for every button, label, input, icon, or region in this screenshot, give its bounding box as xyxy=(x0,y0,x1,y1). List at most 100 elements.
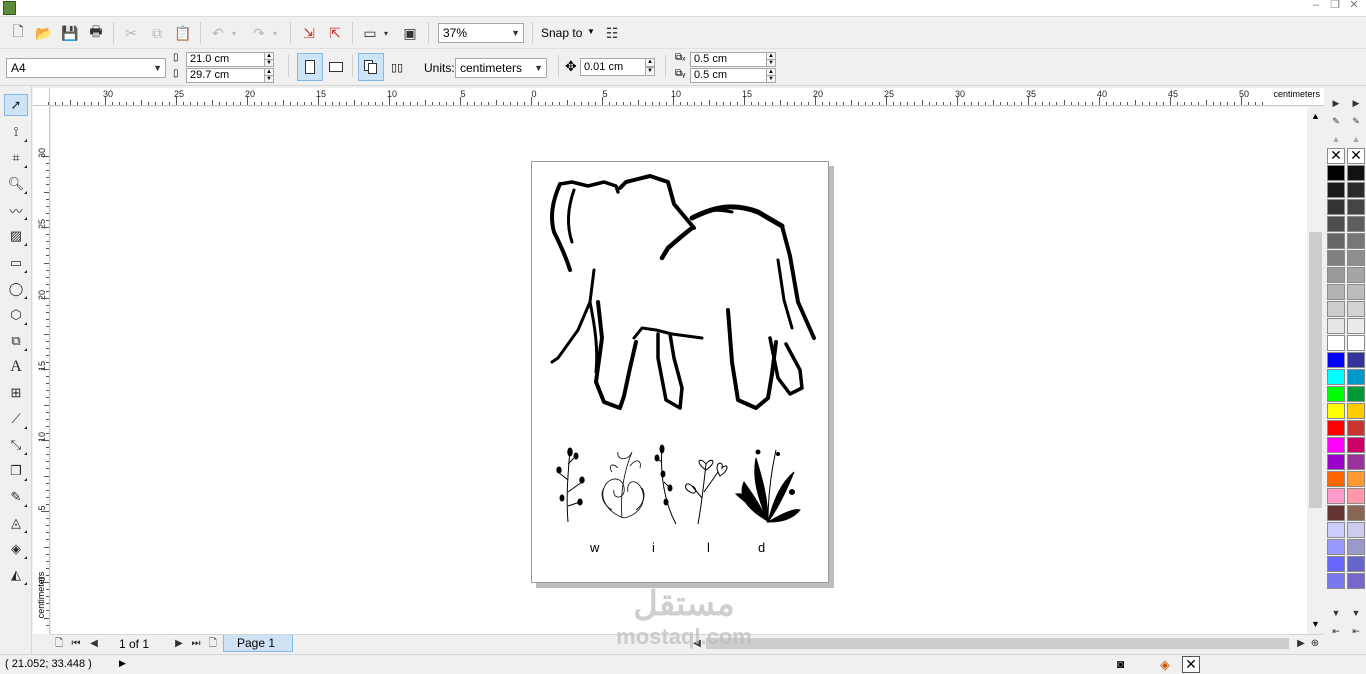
color-swatch[interactable] xyxy=(1327,335,1345,351)
color-swatch[interactable] xyxy=(1347,182,1365,198)
crop-tool-icon[interactable]: ⌗ xyxy=(4,147,28,169)
snap-to-button[interactable]: Snap to xyxy=(541,26,582,40)
spin-down-icon[interactable]: ▼ xyxy=(264,59,274,67)
minimize-icon[interactable]: – xyxy=(1308,0,1324,12)
open-icon[interactable]: 📂 xyxy=(34,23,54,43)
palette-flyout-icon[interactable]: ▶ xyxy=(1349,96,1363,110)
palette-scroll-down-icon[interactable]: ▼ xyxy=(1349,606,1363,620)
table-tool-icon[interactable]: ⊞ xyxy=(4,382,28,404)
color-swatch[interactable] xyxy=(1347,471,1365,487)
all-pages-button[interactable] xyxy=(358,53,384,81)
color-swatch[interactable] xyxy=(1327,505,1345,521)
undo-dropdown-icon[interactable]: ▾ xyxy=(229,23,239,43)
palette-scroll-down-icon[interactable]: ▼ xyxy=(1329,606,1343,620)
previous-page-icon[interactable]: ◀ xyxy=(87,636,101,651)
add-page-after-icon[interactable]: 🗋 xyxy=(206,636,220,651)
color-swatch[interactable] xyxy=(1327,403,1345,419)
export-icon[interactable]: ⇱ xyxy=(325,23,345,43)
color-proof-icon[interactable]: ◙ xyxy=(1117,657,1124,671)
color-swatch[interactable] xyxy=(1327,284,1345,300)
connector-tool-icon[interactable]: ⤡ xyxy=(4,434,28,456)
color-swatch[interactable] xyxy=(1327,454,1345,470)
print-icon[interactable]: 🖶 xyxy=(86,23,106,43)
color-swatch[interactable] xyxy=(1327,471,1345,487)
color-swatch[interactable] xyxy=(1347,454,1365,470)
dimension-tool-icon[interactable]: ⟋ xyxy=(4,408,28,430)
ellipse-tool-icon[interactable]: ◯ xyxy=(4,278,28,300)
color-swatch[interactable] xyxy=(1327,233,1345,249)
copy-icon[interactable]: ⧉ xyxy=(147,23,167,43)
add-page-before-icon[interactable]: 🗋 xyxy=(52,636,66,651)
color-swatch[interactable] xyxy=(1327,182,1345,198)
options-icon[interactable]: ☷ xyxy=(602,23,622,43)
duplicate-distance-y-field[interactable]: 0.5 cm ▲ ▼ xyxy=(690,68,776,83)
page-height-field[interactable]: 29.7 cm ▲ ▼ xyxy=(186,68,274,83)
color-swatch[interactable] xyxy=(1347,488,1365,504)
color-swatch[interactable] xyxy=(1327,267,1345,283)
color-swatch[interactable] xyxy=(1347,318,1365,334)
color-swatch[interactable] xyxy=(1327,352,1345,368)
vertical-ruler[interactable]: 30 25 20 15 10 5 0 centimeters xyxy=(33,106,50,634)
palette-scroll-up-icon[interactable]: ▲ xyxy=(1329,132,1343,146)
color-swatch[interactable] xyxy=(1327,539,1345,555)
spin-up-icon[interactable]: ▲ xyxy=(645,58,655,67)
color-swatch[interactable] xyxy=(1347,556,1365,572)
color-swatch[interactable] xyxy=(1347,573,1365,589)
duplicate-distance-x-field[interactable]: 0.5 cm ▲ ▼ xyxy=(690,52,776,67)
palette-scroll-up-icon[interactable]: ▲ xyxy=(1349,132,1363,146)
zoom-tool-icon[interactable]: 🔍︎ xyxy=(4,173,28,195)
nudge-distance-field[interactable]: 0.01 cm ▲ ▼ xyxy=(580,58,655,76)
vertical-scroll-thumb[interactable] xyxy=(1309,232,1322,508)
last-page-icon[interactable]: ⏭ xyxy=(189,636,203,651)
current-page-button[interactable]: ▯▯ xyxy=(384,53,410,81)
color-swatch[interactable] xyxy=(1347,420,1365,436)
scroll-up-icon[interactable]: ▲ xyxy=(1311,111,1320,121)
no-color-swatch[interactable]: ✕ xyxy=(1327,148,1345,164)
color-swatch[interactable] xyxy=(1347,505,1365,521)
color-swatch[interactable] xyxy=(1347,522,1365,538)
color-swatch[interactable] xyxy=(1327,420,1345,436)
text-tool-icon[interactable]: A xyxy=(4,356,28,378)
scroll-right-icon[interactable]: ▶ xyxy=(1294,636,1308,651)
color-swatch[interactable] xyxy=(1327,301,1345,317)
blend-tool-icon[interactable]: ❐ xyxy=(4,460,28,482)
color-swatch[interactable] xyxy=(1327,437,1345,453)
interactive-fill-tool-icon[interactable]: ◭ xyxy=(4,564,28,586)
color-swatch[interactable] xyxy=(1347,335,1365,351)
import-icon[interactable]: ⇲ xyxy=(299,23,319,43)
spin-down-icon[interactable]: ▼ xyxy=(264,75,274,83)
horizontal-scroll-thumb[interactable] xyxy=(706,638,1289,649)
snap-dropdown-icon[interactable]: ▼ xyxy=(587,27,595,36)
welcome-screen-icon[interactable]: ▣ xyxy=(400,23,420,43)
scroll-down-icon[interactable]: ▼ xyxy=(1311,619,1320,629)
palette-scroll-end-icon[interactable]: ⇤ xyxy=(1349,624,1363,638)
horizontal-ruler[interactable]: 30 25 20 15 10 5 0 5 10 15 20 25 30 35 40 45 50 centimet… xyxy=(48,88,1324,106)
close-icon[interactable]: ✕ xyxy=(1346,0,1362,12)
color-swatch[interactable] xyxy=(1347,284,1365,300)
basic-shapes-tool-icon[interactable]: ⧉ xyxy=(4,330,28,352)
cut-icon[interactable]: ✂ xyxy=(121,23,141,43)
outline-none-swatch[interactable]: ✕ xyxy=(1182,656,1200,673)
shape-tool-icon[interactable]: ⟟ xyxy=(4,121,28,143)
fill-tool-icon[interactable]: ◈ xyxy=(4,538,28,560)
application-launcher-icon[interactable]: ▭ xyxy=(360,23,380,43)
first-page-icon[interactable]: ⏮ xyxy=(69,636,83,651)
page-width-field[interactable]: 21.0 cm ▲ ▼ xyxy=(186,52,274,67)
color-swatch[interactable] xyxy=(1347,250,1365,266)
color-swatch[interactable] xyxy=(1327,369,1345,385)
launcher-dropdown-icon[interactable]: ▾ xyxy=(381,23,391,43)
color-swatch[interactable] xyxy=(1327,522,1345,538)
smart-fill-tool-icon[interactable]: ▨ xyxy=(4,225,28,247)
color-swatch[interactable] xyxy=(1327,318,1345,334)
document-page[interactable]: w i l d xyxy=(531,161,829,583)
zoom-level-dropdown[interactable]: 37% ▼ xyxy=(438,23,524,43)
rectangle-tool-icon[interactable]: ▭ xyxy=(4,252,28,274)
fill-indicator-icon[interactable]: ◈ xyxy=(1160,657,1170,673)
color-swatch[interactable] xyxy=(1327,573,1345,589)
color-swatch[interactable] xyxy=(1347,233,1365,249)
next-page-icon[interactable]: ▶ xyxy=(172,636,186,651)
status-expand-icon[interactable]: ▶ xyxy=(119,658,126,669)
color-swatch[interactable] xyxy=(1327,488,1345,504)
freehand-tool-icon[interactable]: 〰 xyxy=(4,199,28,221)
undo-icon[interactable]: ↶ xyxy=(208,23,228,43)
